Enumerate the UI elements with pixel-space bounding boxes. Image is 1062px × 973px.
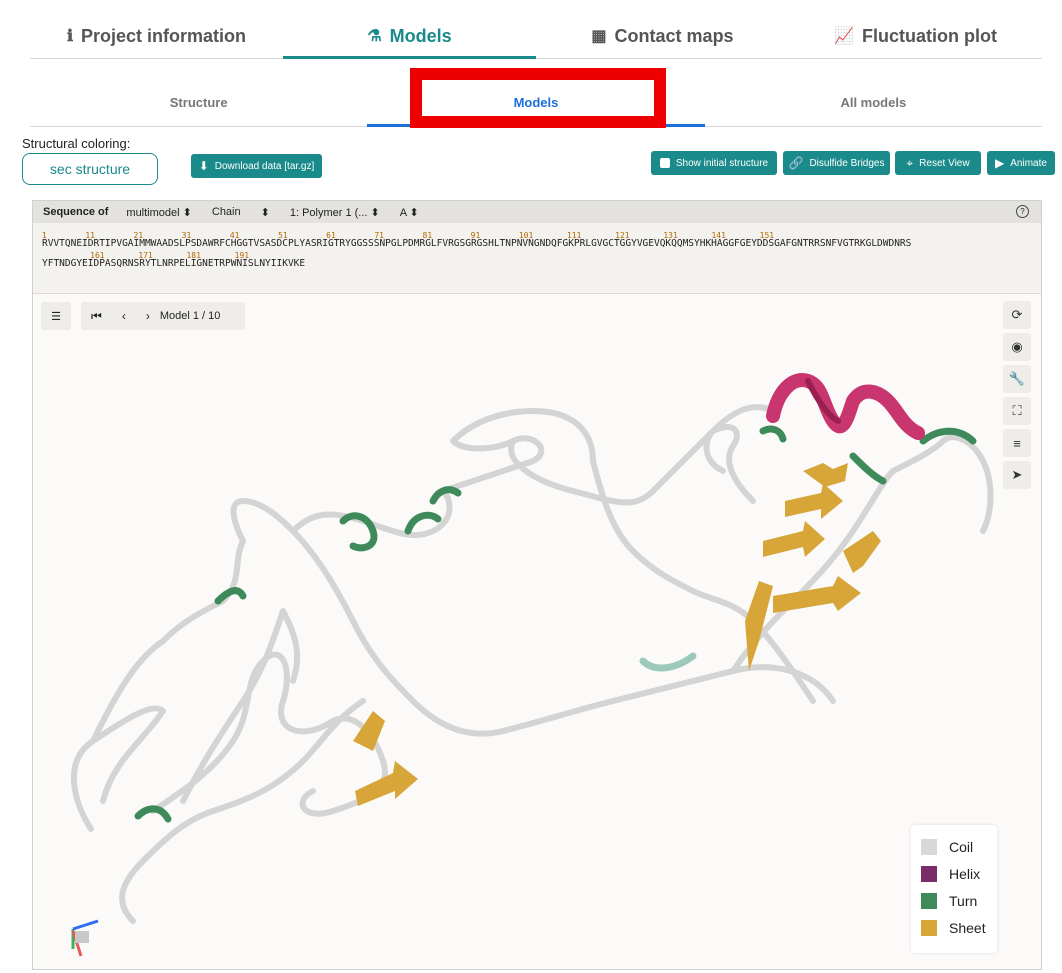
legend-item: Turn <box>921 893 977 909</box>
coil-segment <box>508 404 776 506</box>
legend-item: Coil <box>921 839 973 855</box>
camera-icon[interactable]: ◉ <box>1003 333 1031 361</box>
sheet-arrow <box>353 711 385 751</box>
helix-segment <box>766 373 925 440</box>
crosshair-icon: ⌖ <box>906 155 914 170</box>
legend-swatch <box>921 839 937 855</box>
wrench-icon[interactable]: 🔧 <box>1003 365 1031 393</box>
legend-item: Helix <box>921 866 980 882</box>
tab-project-information[interactable]: ℹ Project information <box>30 14 283 58</box>
download-label: Download data [tar.gz] <box>214 160 315 172</box>
info-icon: ℹ <box>66 28 74 45</box>
turn-segment <box>759 425 787 443</box>
main-tab-bar: ℹ Project information ⚗ Models ▦ Contact ma… <box>30 14 1042 59</box>
legend-label: Turn <box>949 893 978 909</box>
flask-icon: ⚗ <box>367 28 382 45</box>
coil-segment <box>590 458 816 704</box>
download-icon: ⬇ <box>198 159 209 173</box>
structural-coloring-select[interactable]: sec structure <box>22 153 158 185</box>
sliders-icon[interactable]: ≡ <box>1003 429 1031 457</box>
tab-label: Project information <box>81 25 247 46</box>
link-icon: 🔗 <box>788 156 804 170</box>
reset-view-button[interactable]: ⌖ Reset View <box>895 151 981 175</box>
secondary-structure-legend: Coil Helix Turn Sheet <box>911 825 997 953</box>
legend-label: Sheet <box>949 920 986 936</box>
tab-contact-maps[interactable]: ▦ Contact maps <box>536 14 789 58</box>
turn-segment <box>639 652 697 672</box>
toggle-controls-button[interactable]: ☰ <box>41 302 71 330</box>
download-data-button[interactable]: ⬇ Download data [tar.gz] <box>191 154 322 178</box>
next-model-button[interactable]: › <box>136 309 160 323</box>
sheet-arrow <box>763 521 825 557</box>
legend-label: Helix <box>949 866 981 882</box>
coil-segment <box>90 538 246 744</box>
previous-model-button[interactable]: ‹ <box>112 309 136 323</box>
animate-label: Animate <box>1010 157 1047 169</box>
tab-models[interactable]: ⚗ Models <box>283 14 536 59</box>
model-navigation: ⏮ ‹ › Model 1 / 10 <box>81 302 245 330</box>
coil-segment <box>440 408 596 494</box>
chart-icon: 📈 <box>834 28 854 45</box>
coil-segment <box>703 424 756 504</box>
subtab-structure[interactable]: Structure <box>30 78 367 126</box>
grid-icon: ▦ <box>591 28 607 45</box>
molecular-viewer[interactable]: Sequence of multimodel ⬍ Chain ⬍ 1: Poly… <box>32 200 1042 970</box>
viewer-toolbar: ⟳ ◉ 🔧 ⛶ ≡ ➤ <box>1003 301 1031 489</box>
tab-fluctuation-plot[interactable]: 📈 Fluctuation plot <box>789 14 1042 58</box>
model-counter: Model 1 / 10 <box>159 310 221 322</box>
show-initial-structure-button[interactable]: Show initial structure <box>651 151 777 175</box>
highlight-annotation <box>410 68 666 128</box>
checkbox-icon[interactable] <box>659 158 670 168</box>
panel-icon: ☰ <box>51 310 61 323</box>
tab-label: Fluctuation plot <box>861 25 997 46</box>
legend-item: Sheet <box>921 920 986 936</box>
coil-segment <box>890 434 994 534</box>
sheet-arrow <box>803 463 848 487</box>
turn-segment <box>849 452 887 485</box>
show-initial-label: Show initial structure <box>675 157 769 169</box>
sheet-arrow <box>785 483 843 519</box>
tab-label: Models <box>389 25 452 46</box>
legend-swatch <box>921 893 937 909</box>
legend-swatch <box>921 920 937 936</box>
coil-segment <box>150 651 336 814</box>
subtab-all-models[interactable]: All models <box>705 78 1042 126</box>
fullscreen-icon[interactable]: ⛶ <box>1003 397 1031 425</box>
legend-label: Coil <box>949 839 974 855</box>
reset-label: Reset View <box>919 157 970 169</box>
sheet-arrow <box>773 576 861 613</box>
axes-gizmo <box>71 919 99 957</box>
play-icon: ▶ <box>995 156 1005 170</box>
pointer-icon[interactable]: ➤ <box>1003 461 1031 489</box>
legend-swatch <box>921 866 937 882</box>
structural-coloring-label: Structural coloring: <box>22 136 131 151</box>
refresh-icon[interactable]: ⟳ <box>1003 301 1031 329</box>
disulfide-bridges-button[interactable]: 🔗 Disulfide Bridges <box>783 151 890 175</box>
disulfide-label: Disulfide Bridges <box>809 157 885 169</box>
first-model-button[interactable]: ⏮ <box>81 309 112 324</box>
animate-button[interactable]: ▶ Animate <box>987 151 1055 175</box>
tab-label: Contact maps <box>614 25 734 46</box>
